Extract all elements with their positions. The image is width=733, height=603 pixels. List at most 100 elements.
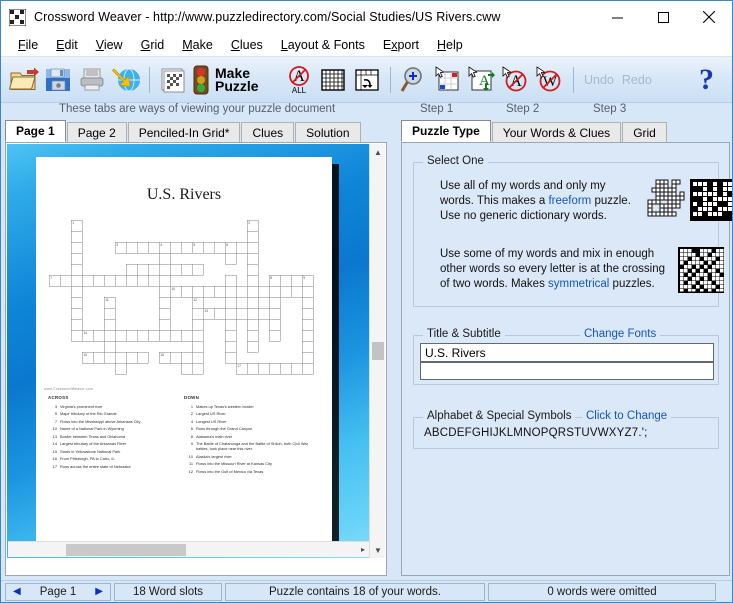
redo-button[interactable]: Redo [622, 73, 652, 87]
clue-item: 15Starts in Yellowstone National Park [48, 450, 178, 455]
hscroll-right-arrow[interactable]: ▸ [355, 542, 370, 558]
zoom-icon[interactable] [397, 60, 431, 100]
open-folder-icon[interactable] [7, 60, 41, 100]
down-header: DOWN [184, 395, 314, 400]
select-one-group: Select One Use all of my words and only … [413, 162, 719, 307]
tab-page-2[interactable]: Page 2 [67, 122, 127, 142]
insert-letter-icon[interactable]: A [465, 60, 499, 100]
menu-grid[interactable]: Grid [132, 36, 174, 54]
freeform-link[interactable]: freeform [548, 195, 591, 207]
svg-text:8: 8 [270, 276, 272, 280]
click-to-change-link[interactable]: Click to Change [582, 410, 671, 422]
help-question-icon[interactable]: ? [699, 65, 714, 95]
application-window: Crossword Weaver - http://www.puzzledire… [0, 0, 733, 603]
clue-text: Flows into the Gulf of Mexico via Texas [196, 470, 314, 475]
pages-icon[interactable] [156, 60, 190, 100]
symmetrical-text-after: puzzles. [609, 278, 654, 290]
menu-make[interactable]: Make [173, 36, 222, 54]
grid-icon[interactable] [316, 60, 350, 100]
puzzle-contains-status: Puzzle contains 18 of your words. [225, 583, 485, 601]
subtitle-input[interactable] [420, 362, 714, 380]
menu-export[interactable]: Export [374, 36, 428, 54]
select-cells-icon[interactable] [431, 60, 465, 100]
menu-edit[interactable]: Edit [47, 36, 87, 54]
watermark-text: www.CrosswordWeaver.com [44, 387, 93, 391]
clue-item: 7Flows into the Mississippi above Arkans… [48, 420, 178, 425]
export-web-icon[interactable] [109, 60, 143, 100]
freeform-filled-thumbnail[interactable] [690, 179, 733, 226]
minimize-button[interactable] [594, 1, 640, 33]
make-puzzle-button[interactable]: Make Puzzle [190, 60, 282, 100]
menu-help[interactable]: Help [428, 36, 472, 54]
clue-number: 17 [48, 465, 57, 470]
menu-file[interactable]: File [9, 36, 47, 54]
clue-text: Longest US River [196, 420, 314, 425]
clue-text: From Pittsburgh, PA to Cairo, IL [60, 457, 178, 462]
change-fonts-link[interactable]: Change Fonts [580, 328, 660, 340]
prev-page-arrow-icon[interactable]: ◀ [13, 586, 21, 597]
option-symmetrical-text: Use some of my words and mix in enough o… [440, 247, 672, 292]
clear-word-icon[interactable]: W [533, 60, 567, 100]
tab-puzzle-type[interactable]: Puzzle Type [401, 120, 491, 142]
maximize-button[interactable] [640, 1, 686, 33]
words-omitted-status: 0 words were omitted [488, 583, 716, 601]
clue-text: Border between Texas and Oklahoma [60, 435, 178, 440]
svg-text:7: 7 [50, 276, 52, 280]
current-page-label: Page 1 [40, 586, 76, 598]
alphabet-group: Alphabet & Special Symbols Click to Chan… [413, 417, 719, 449]
alphabet-value[interactable]: ABCDEFGHIJKLMNOPQRSTUVWXYZ7.'; [424, 427, 648, 439]
horizontal-scrollbar[interactable]: ▸ [8, 541, 370, 557]
hscroll-thumb[interactable] [66, 544, 186, 556]
clue-item: 8Alabama's main river [184, 435, 314, 440]
tab-penciled-in-grid[interactable]: Penciled-In Grid* [128, 122, 241, 142]
tab-grid[interactable]: Grid [622, 122, 667, 142]
clue-text: Runs across the entire state of Nebraska [60, 465, 178, 470]
vscroll-down-arrow[interactable]: ▼ [370, 542, 386, 558]
menu-view[interactable]: View [87, 36, 132, 54]
clue-item: 5Major tributary of the Rio Grande [48, 412, 178, 417]
tab-your-words-clues[interactable]: Your Words & Clues [492, 122, 621, 142]
clear-letter-icon[interactable]: A [499, 60, 533, 100]
print-icon[interactable] [75, 60, 109, 100]
option-symmetrical[interactable]: Use some of my words and mix in enough o… [440, 247, 724, 298]
clue-text: Runs through the Grand Canyon [196, 427, 314, 432]
grid-shape-icon[interactable] [350, 60, 384, 100]
clue-number: 16 [48, 457, 57, 462]
menu-clues[interactable]: Clues [222, 36, 272, 54]
clue-item: 6Runs through the Grand Canyon [184, 427, 314, 432]
clue-item: 3Virginia's prominent river [48, 405, 178, 410]
clear-all-sub-label: ALL [292, 86, 307, 95]
save-disk-icon[interactable] [41, 60, 75, 100]
toolbar-separator-3 [573, 67, 574, 93]
next-page-arrow-icon[interactable]: ▶ [95, 586, 103, 597]
symmetrical-link[interactable]: symmetrical [548, 278, 609, 290]
clue-number: 3 [48, 405, 57, 410]
option-freeform[interactable]: Use all of my words and only my words. T… [440, 179, 733, 226]
document-tab-row: Page 1 Page 2 Penciled-In Grid* Clues So… [5, 120, 362, 142]
svg-text:11: 11 [105, 298, 109, 302]
undo-button[interactable]: Undo [584, 73, 614, 87]
vertical-scrollbar[interactable]: ▲ ▼ [369, 144, 385, 558]
menu-layout-fonts[interactable]: Layout & Fonts [272, 36, 374, 54]
tab-page-1[interactable]: Page 1 [5, 120, 66, 142]
title-input[interactable]: U.S. Rivers [420, 343, 714, 362]
vscroll-thumb[interactable] [372, 342, 384, 360]
clue-text: The Battle of Chatanooga and the Battle … [196, 442, 314, 452]
clue-text: Major tributary of the Rio Grande [60, 412, 178, 417]
step-2-label: Step 2 [506, 103, 539, 115]
vscroll-up-arrow[interactable]: ▲ [370, 144, 386, 160]
close-button[interactable] [686, 1, 732, 33]
symmetrical-thumbnail[interactable] [678, 247, 724, 298]
tab-clues[interactable]: Clues [241, 122, 294, 142]
tab-solution[interactable]: Solution [295, 122, 360, 142]
clue-item: 17Runs across the entire state of Nebras… [48, 465, 178, 470]
page-navigator[interactable]: ◀ Page 1 ▶ [5, 583, 111, 601]
clear-all-icon[interactable]: A ALL [282, 60, 316, 100]
word-slots-status: 18 Word slots [114, 583, 222, 601]
clue-text: Virginia's prominent river [60, 405, 178, 410]
svg-text:3: 3 [116, 243, 118, 247]
clue-text: Name of a National Park in Wyoming [60, 427, 178, 432]
freeform-outline-thumbnail[interactable] [646, 179, 686, 226]
clue-text: Makes up Texas's western border [196, 405, 314, 410]
document-viewport[interactable]: U.S. Rivers [7, 144, 370, 558]
